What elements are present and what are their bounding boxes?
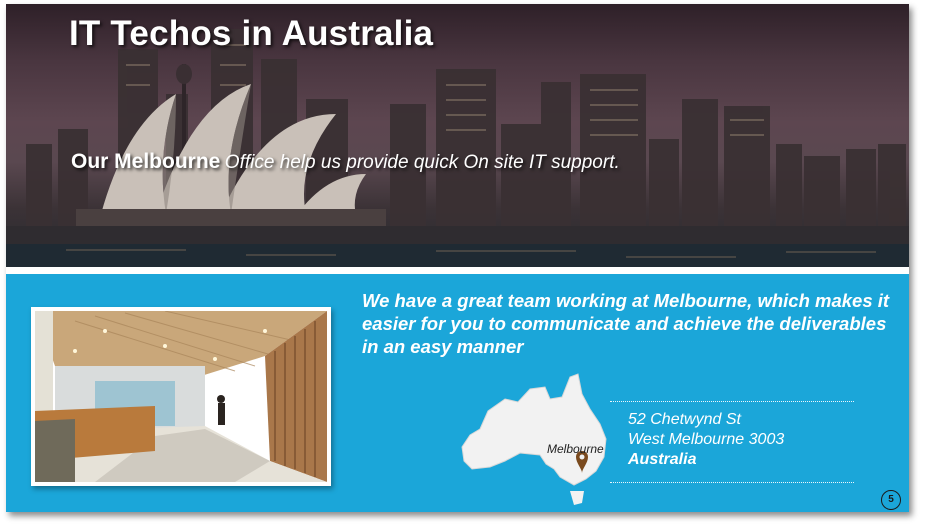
australia-map — [461, 373, 607, 505]
office-photo-illustration — [35, 311, 327, 482]
address-line-1: 52 Chetwynd St — [628, 411, 741, 428]
mainland-shape — [461, 373, 607, 486]
slide: IT Techos in Australia Our Melbourne Off… — [6, 4, 909, 512]
map-label-melbourne: Melbourne — [547, 442, 604, 456]
office-photo — [31, 307, 331, 486]
tagline-italic: Office help us provide quick On site IT … — [224, 152, 620, 173]
divider — [6, 267, 909, 274]
tagline-bold: Our Melbourne — [71, 150, 221, 173]
page-number-badge: 5 — [881, 490, 901, 510]
office-address: 52 Chetwynd St West Melbourne 3003 Austr… — [628, 410, 784, 470]
content-band: We have a great team working at Melbourn… — [6, 274, 909, 512]
address-top-rule — [610, 401, 854, 402]
tasmania-shape — [570, 491, 584, 505]
skyline-background-image: IT Techos in Australia Our Melbourne Off… — [6, 4, 909, 267]
address-bottom-rule — [610, 482, 854, 483]
address-line-2: West Melbourne 3003 — [628, 431, 785, 448]
team-blurb: We have a great team working at Melbourn… — [362, 290, 890, 357]
tagline: Our Melbourne Office help us provide qui… — [71, 150, 620, 174]
slide-title: IT Techos in Australia — [69, 14, 434, 53]
address-country: Australia — [628, 451, 697, 468]
